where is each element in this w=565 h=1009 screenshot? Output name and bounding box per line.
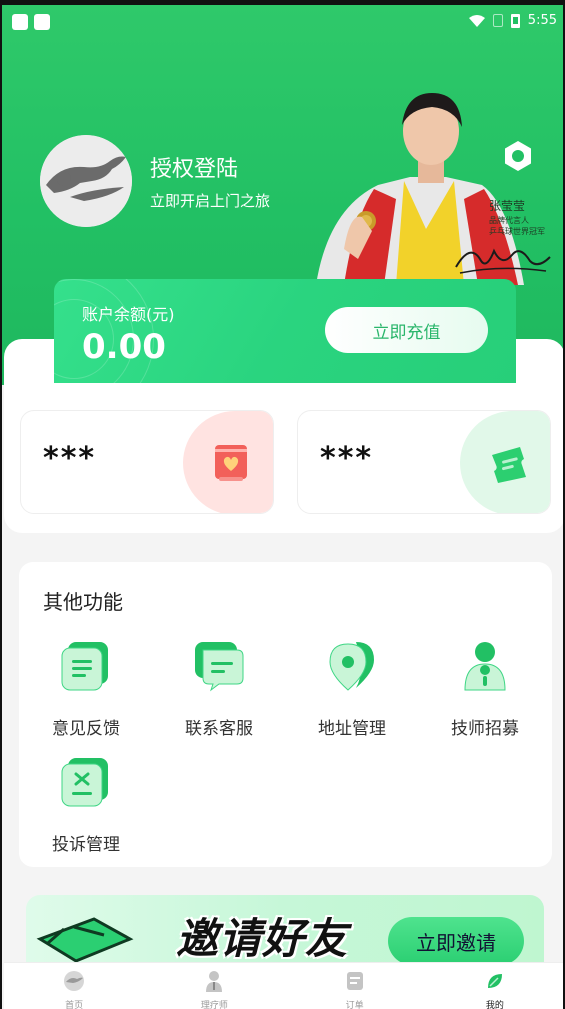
stat-card-gift[interactable]: *** [20,410,274,514]
balance-label: 账户余额(元) [82,305,175,324]
invite-button[interactable]: 立即邀请 [388,917,524,965]
endorser-title: 乒乓球世界冠军 [489,227,545,236]
tab-label: 首页 [65,1001,84,1009]
func-customer-service[interactable]: 联系客服 [164,640,274,739]
stat-value: *** [43,441,97,476]
banner-title: 邀请好友 [176,914,349,963]
bottom-tabbar: 首页 理疗师 订单 我的 [4,962,563,1009]
battery-icon [510,13,520,28]
signature-icon [455,248,551,274]
other-functions-section: 其他功能 意见反馈 联系客服 地址管理 技师招募 投诉管理 [19,562,552,867]
ticket-icon [492,447,526,483]
avatar[interactable] [40,135,132,227]
func-feedback[interactable]: 意见反馈 [31,640,141,739]
order-icon [346,972,363,990]
func-recruit[interactable]: 技师招募 [430,640,540,739]
tab-label: 订单 [345,1001,364,1009]
func-label: 地址管理 [318,719,386,739]
func-label: 投诉管理 [52,835,120,855]
login-title[interactable]: 授权登陆 [150,151,238,183]
home-icon [64,971,85,991]
endorser-role: 品牌代言人 [489,216,529,225]
status-notifications [12,14,50,30]
profile-icon [487,974,502,988]
invite-banner[interactable]: 邀请好友 立即邀请 [26,895,544,965]
tab-label: 理疗师 [200,1001,228,1009]
status-bar: 5:55 [2,10,563,36]
settings-icon[interactable] [501,139,535,173]
wifi-icon [468,14,485,27]
tab-therapist[interactable]: 理疗师 [144,963,284,1009]
stat-card-ticket[interactable]: *** [297,410,551,514]
location-icon [329,642,374,691]
recharge-button[interactable]: 立即充值 [325,307,488,353]
complaint-icon [61,758,108,807]
tab-label: 我的 [485,1001,504,1009]
chat-icon [195,642,244,692]
tab-home[interactable]: 首页 [4,963,144,1009]
avatar-logo-icon [40,135,132,227]
func-label: 联系客服 [185,719,253,739]
func-address[interactable]: 地址管理 [297,640,407,739]
section-title: 其他功能 [43,590,123,614]
gift-box-icon [36,917,134,963]
app-frame: 5:55 授权登陆 立即开启上门之旅 张莹莹 品牌代言人 乒乓球世界冠军 账户余… [0,0,565,1009]
func-label: 技师招募 [451,719,519,739]
func-label: 意见反馈 [52,719,120,739]
endorser-name: 张莹莹 [489,199,526,213]
func-complaint[interactable]: 投诉管理 [31,756,141,855]
notification-icon [34,14,50,30]
login-subtitle: 立即开启上门之旅 [150,192,271,210]
stat-value: *** [320,441,374,476]
status-time: 5:55 [527,13,557,28]
gift-card-icon [215,445,247,481]
sim-icon [492,14,503,27]
status-indicators: 5:55 [468,13,557,28]
balance-value: 0.00 [82,327,166,367]
therapist-icon [206,971,223,992]
recruit-icon [464,642,506,691]
tab-orders[interactable]: 订单 [285,963,425,1009]
notification-icon [12,14,28,30]
balance-card: 账户余额(元) 0.00 立即充值 [54,279,516,383]
tab-profile[interactable]: 我的 [425,963,563,1009]
feedback-icon [61,642,108,691]
